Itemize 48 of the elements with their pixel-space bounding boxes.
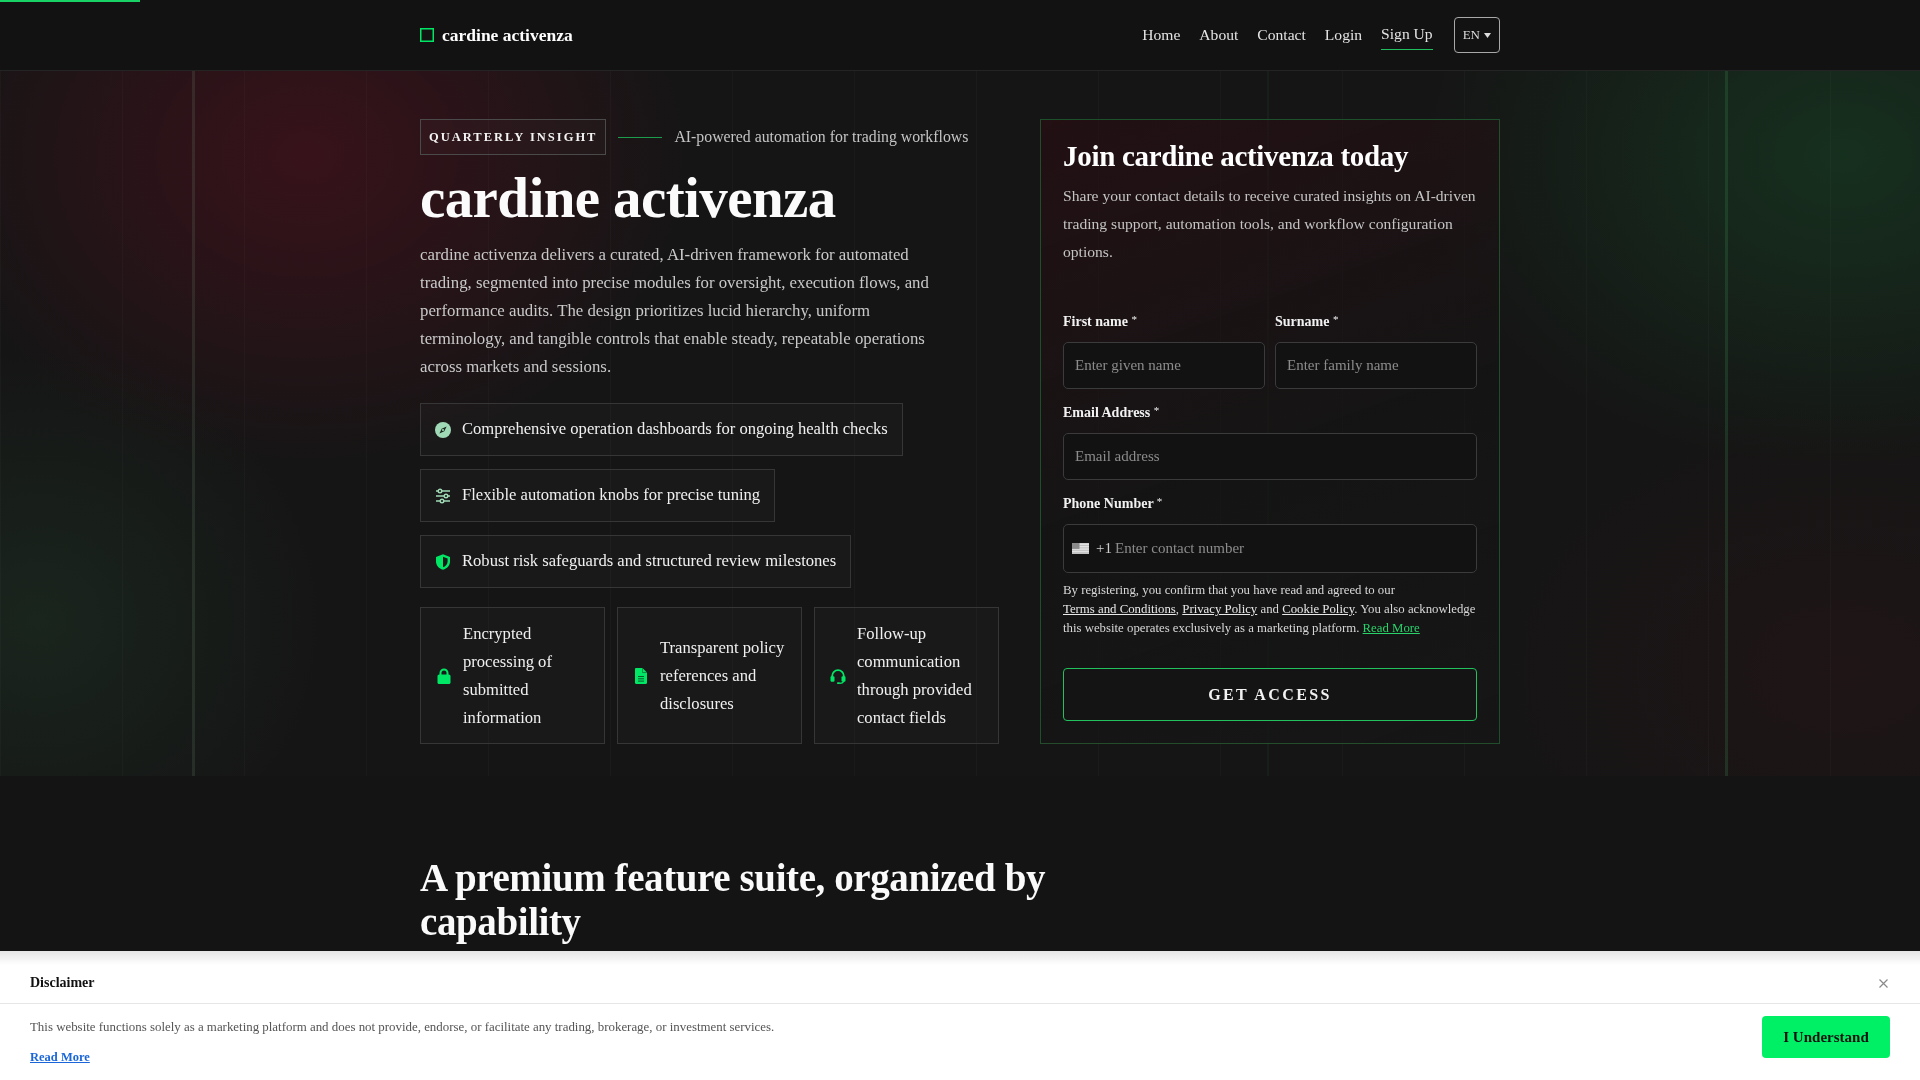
- nav-link[interactable]: Home: [1142, 23, 1181, 47]
- section-heading: A premium feature suite, organized by capability: [420, 856, 1047, 944]
- lock-icon: [436, 667, 452, 684]
- hero-tagline: AI-powered automation for trading workflows: [674, 127, 969, 148]
- hero-description: cardine activenza delivers a curated, AI-driven framework for automated trading, segmented into precise modules for oversight, execution flows, and performance audits. The design prioritizes lucid hierarchy, uniform terminology, and tangible controls that enable steady, repeatable operations across markets and sessions.: [420, 244, 930, 378]
- field-label: First name $^{*}$: [1063, 312, 1137, 331]
- caret-icon: [1484, 32, 1491, 38]
- logo-icon: [420, 28, 434, 42]
- info-card-text: Transparent policy references and disclosures: [660, 636, 786, 715]
- email-input[interactable]: Email address: [1063, 433, 1477, 480]
- name-input[interactable]: Enter given name: [1063, 342, 1265, 389]
- sign-up-link[interactable]: Sign Up: [1381, 22, 1433, 50]
- highlight-text: Robust risk safeguards and structured review milestones: [462, 550, 837, 573]
- field-label: Phone Number $^{*}$: [1063, 494, 1163, 513]
- highlight-text: Comprehensive operation dashboards for ongoing health checks: [462, 418, 888, 441]
- site-logo[interactable]: cardine activenza: [442, 21, 573, 49]
- highlight-text: Flexible automation knobs for precise tuning: [462, 484, 761, 507]
- sliders-icon: [435, 487, 451, 504]
- language-button[interactable]: EN: [1453, 17, 1500, 53]
- info-card-text: Follow-up communication through provided contact fields: [857, 622, 973, 729]
- section-tag: QUARTERLY INSIGHT: [420, 119, 607, 155]
- close-button[interactable]: [1877, 976, 1890, 990]
- close-icon: [1879, 978, 1888, 988]
- document-icon: [633, 667, 649, 684]
- form-title: Join cardine activenza today: [1063, 140, 1409, 173]
- policy-link[interactable]: Privacy Policy: [1182, 602, 1258, 616]
- consent-text: By registering, you confirm that you have read and agreed to our Terms and Conditions, Privacy Policy and Cookie Policy. You also acknowledge this website operates exclusively as a marketing platform. Read More: [1063, 582, 1477, 637]
- headset-icon: [830, 667, 846, 684]
- get-access-button[interactable]: GET ACCESS: [1063, 668, 1477, 721]
- hero-title: cardine activenza: [420, 166, 836, 229]
- field-label: Email Address $^{*}$: [1063, 403, 1160, 422]
- flag-icon: [1072, 543, 1089, 554]
- compass-icon: [435, 421, 451, 438]
- field-label: Surname $^{*}$: [1275, 312, 1339, 331]
- read-more-link[interactable]: Read More: [1362, 621, 1420, 635]
- name-input[interactable]: Enter family name: [1275, 342, 1477, 389]
- understand-button[interactable]: I Understand: [1762, 1016, 1890, 1058]
- read-more-link[interactable]: Read More: [30, 1048, 90, 1066]
- policy-link[interactable]: Terms and Conditions: [1063, 602, 1176, 616]
- disclaimer-text: This website functions solely as a marketing platform and does not provide, endorse, or facilitate any trading, brokerage, or investment services.: [30, 1019, 775, 1036]
- disclaimer-title: Disclaimer: [30, 974, 95, 992]
- shield-icon: [435, 553, 451, 570]
- form-description: Share your contact details to receive curated insights on AI-driven trading support, automation tools, and workflow configuration options.: [1063, 186, 1477, 262]
- nav-link[interactable]: Login: [1324, 23, 1363, 47]
- dial-code: +1: [1096, 539, 1112, 558]
- nav-link[interactable]: Contact: [1257, 23, 1306, 47]
- info-card-text: Encrypted processing of submitted information: [463, 622, 553, 729]
- nav-link[interactable]: About: [1199, 23, 1239, 47]
